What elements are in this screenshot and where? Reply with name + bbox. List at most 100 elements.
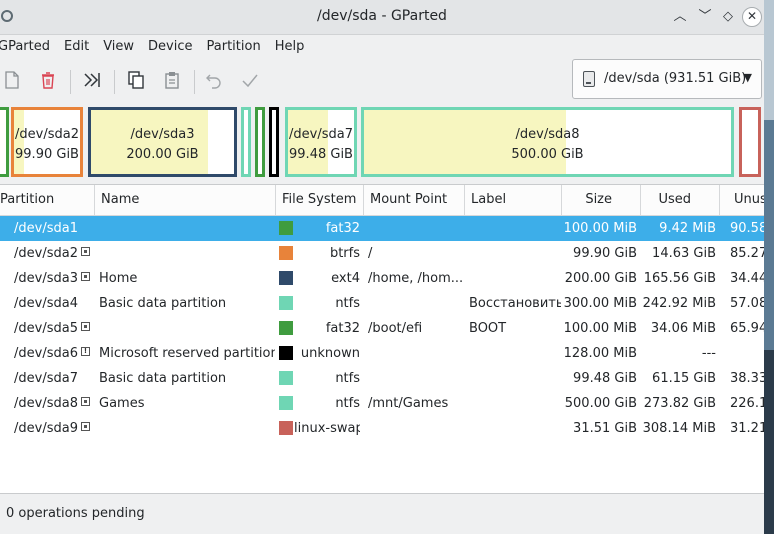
table-row[interactable]: /dev/sda1 fat32 100.00 MiB 9.42 MiB 90.58 Mi… — [0, 216, 764, 241]
filesystem-color-swatch — [279, 421, 293, 435]
disk-map-partition-name: /dev/sda2 — [15, 127, 79, 142]
cell-partition: /dev/sda4 — [14, 296, 78, 311]
column-header-file-system[interactable]: File System — [276, 185, 364, 215]
title-bar: /dev/sda - GParted ︿ ﹀ ◇ ✕ — [0, 0, 764, 35]
toolbar-separator — [70, 70, 71, 94]
cell-used: 34.06 MiB — [650, 321, 716, 336]
delete-icon[interactable] — [36, 70, 60, 94]
disk-map-partition-sda3[interactable]: /dev/sda3 200.00 GiB — [88, 107, 237, 177]
disk-map-partition-sda5[interactable] — [255, 107, 265, 177]
column-header-name[interactable]: Name — [95, 185, 276, 215]
cell-unused: 38.33 GiB — [730, 371, 764, 386]
cell-label: BOOT — [469, 321, 507, 336]
table-row[interactable]: /dev/sda9 linux-swap 31.51 GiB 308.14 MiB 31… — [0, 416, 764, 441]
cell-unused: 31.21 GiB — [730, 421, 764, 436]
undo-icon[interactable] — [202, 70, 226, 94]
minimize-button[interactable]: ﹀ — [695, 7, 715, 27]
cell-used: 9.42 MiB — [659, 221, 716, 236]
menu-device[interactable]: Device — [141, 35, 199, 59]
cell-used: 242.92 MiB — [642, 296, 716, 311]
new-partition-icon[interactable] — [0, 70, 24, 94]
disk-map-partition-sda8[interactable]: /dev/sda8 500.00 GiB — [361, 107, 734, 177]
cell-partition: /dev/sda3 — [14, 271, 78, 286]
cell-mount-point: /home, /hom... — [368, 271, 464, 286]
menu-help[interactable]: Help — [268, 35, 312, 59]
cell-label: Восстановить — [469, 296, 561, 311]
column-header-used[interactable]: Used — [641, 185, 720, 215]
column-header-mount-point[interactable]: Mount Point — [364, 185, 465, 215]
cell-used: 308.14 MiB — [642, 421, 716, 436]
toolbar-separator — [194, 70, 195, 94]
table-row[interactable]: /dev/sda3 Home ext4/home, /hom... 200.00 Gi… — [0, 266, 764, 291]
menu-gparted[interactable]: GParted — [0, 35, 57, 59]
apply-icon[interactable] — [238, 70, 262, 94]
filesystem-color-swatch — [279, 321, 293, 335]
keep-above-button[interactable]: ︿ — [670, 7, 690, 27]
column-header-label[interactable]: Label — [465, 185, 562, 215]
disk-map-partition-sda4[interactable] — [241, 107, 251, 177]
column-header-unused[interactable]: Unused — [720, 185, 764, 215]
disk-map-partition-sda7[interactable]: /dev/sda7 99.48 GiB — [285, 107, 357, 177]
disk-map-partition-sda2[interactable]: /dev/sda2 99.90 GiB — [11, 107, 83, 177]
cell-file-system: btrfs — [329, 246, 360, 261]
disk-map-partition-name: /dev/sda7 — [289, 127, 353, 142]
table-row[interactable]: /dev/sda5 fat32/boot/efi BOOT 100.00 MiB 34.… — [0, 316, 764, 341]
cell-partition: /dev/sda9 — [14, 421, 78, 436]
cell-mount-point: / — [368, 246, 373, 261]
cell-size: 128.00 MiB — [563, 346, 637, 361]
cell-unused: 57.08 MiB — [730, 296, 764, 311]
table-row[interactable]: /dev/sda7 Basic data partition ntfs 99.48 G… — [0, 366, 764, 391]
cell-size: 300.00 MiB — [563, 296, 637, 311]
cell-used: --- — [701, 346, 716, 361]
paste-icon[interactable] — [160, 70, 184, 94]
mounted-key-icon — [81, 272, 90, 281]
cell-file-system: fat32 — [325, 221, 360, 236]
cell-file-system: ext4 — [331, 271, 360, 286]
disk-map-partition-sda6[interactable] — [269, 107, 279, 177]
table-row[interactable]: /dev/sda4 Basic data partition ntfs Восстан… — [0, 291, 764, 316]
cell-partition: /dev/sda7 — [14, 371, 78, 386]
cell-name: Home — [99, 271, 138, 286]
mounted-key-icon — [81, 397, 90, 406]
cell-size: 99.90 GiB — [573, 246, 637, 261]
column-header-size[interactable]: Size — [562, 185, 641, 215]
device-selector[interactable]: /dev/sda (931.51 GiB) ▼ — [572, 59, 762, 99]
filesystem-color-swatch — [279, 221, 293, 235]
menu-view[interactable]: View — [96, 35, 141, 59]
copy-icon[interactable] — [124, 70, 148, 94]
cell-file-system: unknown — [300, 346, 360, 361]
disk-map: /dev/sda2 99.90 GiB /dev/sda3 200.00 GiB… — [0, 104, 764, 180]
cell-mount-point: /mnt/Games — [368, 396, 449, 411]
table-header: Partition Name File System Mount Point L… — [0, 185, 764, 216]
disk-map-partition-sda9[interactable] — [739, 107, 761, 177]
cell-file-system: ntfs — [335, 371, 360, 386]
cell-size: 200.00 GiB — [564, 271, 637, 286]
filesystem-color-swatch — [279, 296, 293, 310]
disk-map-partition-size: 99.48 GiB — [289, 147, 353, 162]
device-selector-label: /dev/sda (931.51 GiB) — [604, 71, 747, 86]
disk-map-partition-size: 200.00 GiB — [126, 147, 199, 162]
partition-table: Partition Name File System Mount Point L… — [0, 184, 764, 494]
table-row[interactable]: /dev/sda2 btrfs / 99.90 GiB 14.63 GiB 85.27 G… — [0, 241, 764, 266]
filesystem-color-swatch — [279, 246, 293, 260]
disk-icon — [583, 71, 595, 87]
close-button[interactable]: ✕ — [742, 7, 762, 27]
cell-mount-point: /boot/efi — [368, 321, 423, 336]
chevron-down-icon: ▼ — [743, 71, 752, 84]
menu-edit[interactable]: Edit — [57, 35, 96, 59]
table-row[interactable]: /dev/sda6! Microsoft reserved partition un… — [0, 341, 764, 366]
filesystem-color-swatch — [279, 396, 293, 410]
toolbar-separator — [114, 70, 115, 94]
table-row[interactable]: /dev/sda8 Games ntfs/mnt/Games 500.00 GiB 27… — [0, 391, 764, 416]
disk-map-partition-sda1[interactable] — [0, 107, 9, 177]
cell-partition: /dev/sda1 — [14, 221, 78, 236]
resize-move-icon[interactable] — [80, 70, 104, 94]
cell-unused: 90.58 MiB — [730, 221, 764, 236]
menu-partition[interactable]: Partition — [200, 35, 268, 59]
cell-file-system: ntfs — [335, 396, 360, 411]
column-header-partition[interactable]: Partition — [0, 185, 95, 215]
cell-size: 100.00 MiB — [563, 221, 637, 236]
cell-used: 165.56 GiB — [643, 271, 716, 286]
desktop-background-strip — [764, 0, 774, 534]
maximize-button[interactable]: ◇ — [718, 7, 738, 27]
